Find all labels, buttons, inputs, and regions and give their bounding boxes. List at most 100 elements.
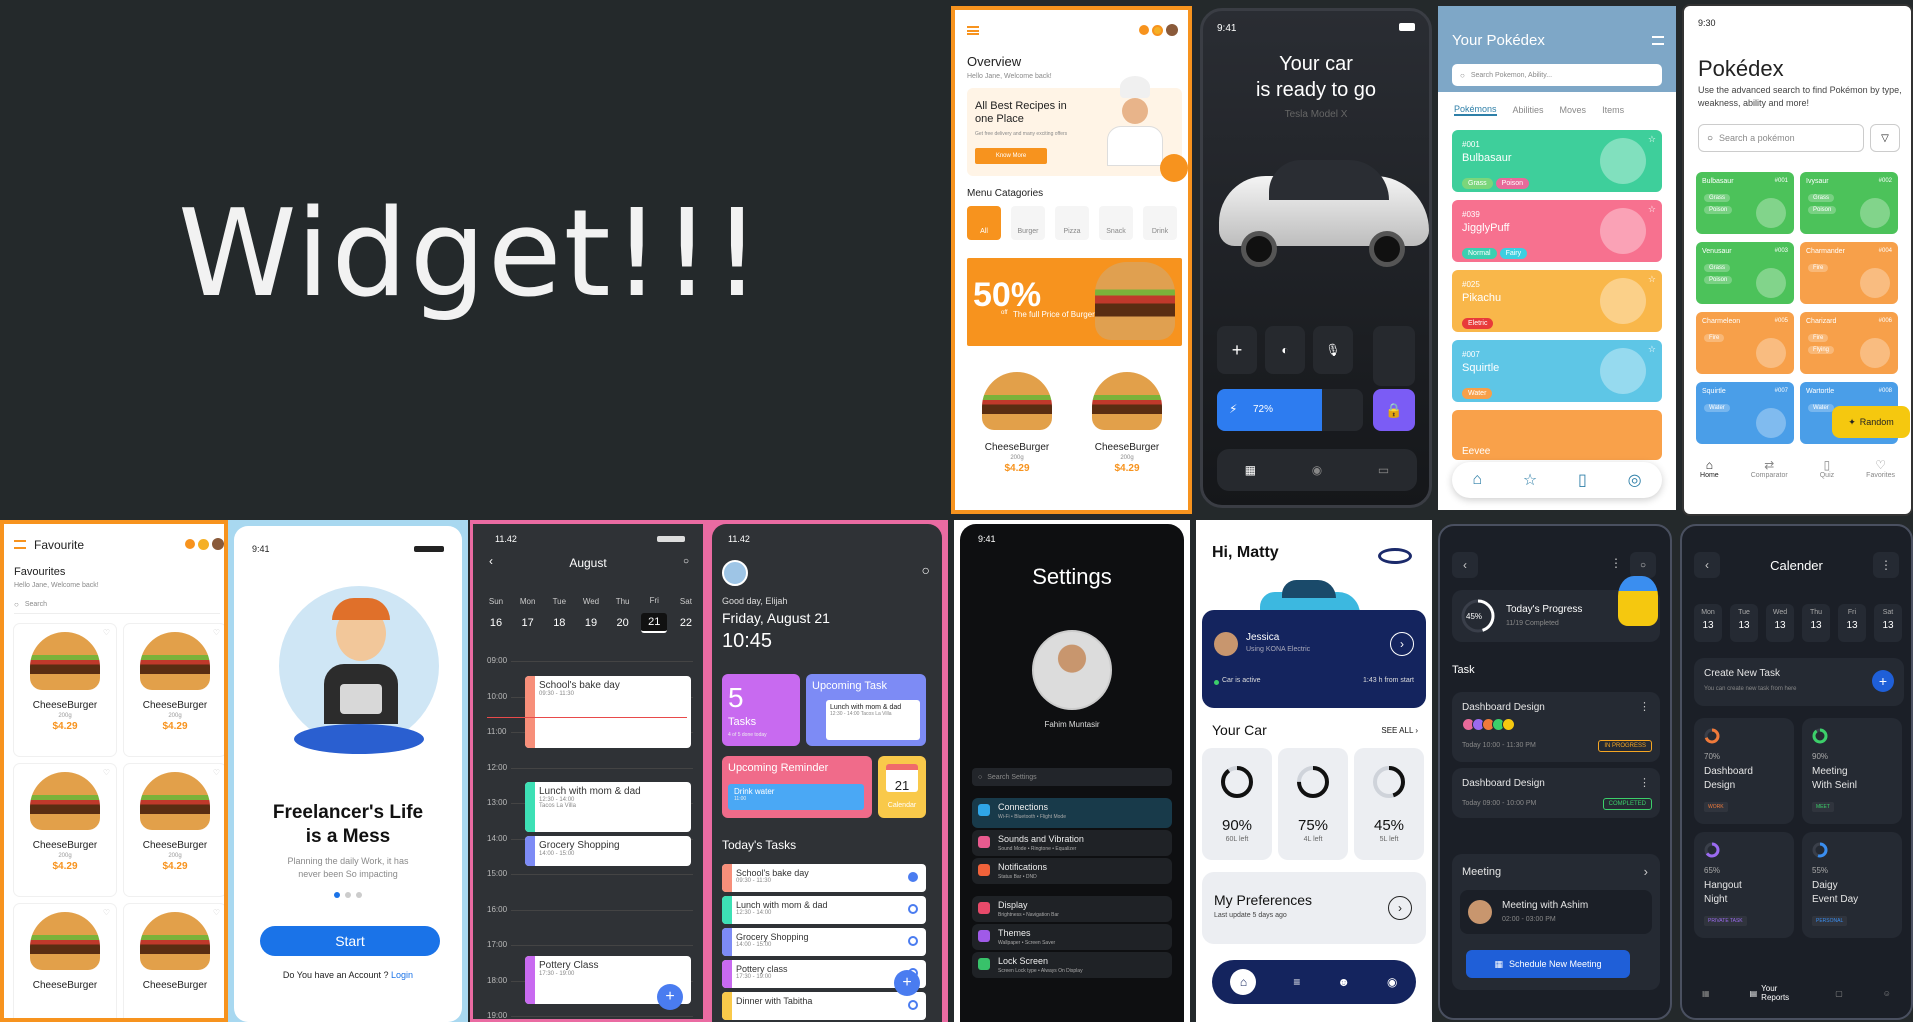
day-cell[interactable]: Wed 19 bbox=[578, 597, 604, 632]
nav-comparator[interactable]: ⇄ Comparator bbox=[1751, 458, 1788, 479]
tasks-count-card[interactable]: 5 Tasks 4 of 5 done today bbox=[722, 674, 800, 746]
settings-row[interactable]: Sounds and Vibration Sound Mode • Rington… bbox=[972, 830, 1172, 856]
add-icon[interactable]: + bbox=[1217, 326, 1257, 374]
grid-icon[interactable]: ▦ bbox=[1702, 989, 1710, 998]
day-cell[interactable]: Sun 16 bbox=[483, 597, 509, 632]
search-icon[interactable]: ○ bbox=[683, 556, 689, 567]
settings-row[interactable]: Notifications Status Bar • DND bbox=[972, 858, 1172, 884]
settings-row[interactable]: Lock Screen Screen Lock type • Always On … bbox=[972, 952, 1172, 978]
avatar[interactable] bbox=[722, 560, 748, 586]
nav-favorites[interactable]: ♡ Favorites bbox=[1866, 458, 1895, 479]
settings-row[interactable]: Display Brightness • Navigation Bar bbox=[972, 896, 1172, 922]
progress-card[interactable]: 45% Today's Progress 11/19 Completed bbox=[1452, 576, 1660, 642]
task-row[interactable]: School's bake day 09:30 - 11:30 bbox=[722, 864, 926, 892]
day-cell[interactable]: Wed 13 bbox=[1766, 604, 1794, 642]
nav-reports[interactable]: ▤ Your Reports bbox=[1750, 984, 1796, 1002]
avatar[interactable] bbox=[212, 538, 224, 550]
meeting-card[interactable]: Meeting › Meeting with Ashim 02:00 - 03:… bbox=[1452, 854, 1660, 990]
create-task-card[interactable]: Create New Task You can create new task … bbox=[1694, 658, 1904, 706]
food-item-card[interactable]: CheeseBurger 200g $4.29 bbox=[967, 364, 1067, 504]
login-link[interactable]: Login bbox=[391, 970, 413, 980]
pokemon-grid-card[interactable]: Ivysaur #002 Grass Poison bbox=[1800, 172, 1898, 234]
fire-icon[interactable] bbox=[1139, 25, 1149, 35]
day-cell[interactable]: Mon 13 bbox=[1694, 604, 1722, 642]
book-icon[interactable]: ▯ bbox=[1578, 470, 1587, 490]
pokemon-grid-card[interactable]: Charizard #006 Fire Flying bbox=[1800, 312, 1898, 374]
task-card[interactable]: Dashboard Design ⋮ Today 10:00 - 11:30 PM I… bbox=[1452, 692, 1660, 762]
know-more-button[interactable]: Know More bbox=[975, 148, 1047, 164]
day-cell[interactable]: Mon 17 bbox=[515, 597, 541, 632]
settings-row[interactable]: Connections Wi-Fi • Bluetooth • Flight Mo… bbox=[972, 798, 1172, 828]
task-category-card[interactable]: 70% Dashboard Design WORK bbox=[1694, 718, 1794, 824]
calendar-event[interactable]: School's bake day 09:30 - 11:30 bbox=[525, 676, 691, 748]
add-icon[interactable]: + bbox=[1872, 670, 1894, 692]
pokemon-grid-card[interactable]: Squirtle #007 Water bbox=[1696, 382, 1794, 444]
heart-icon[interactable]: ♡ bbox=[213, 628, 220, 637]
gauge-card[interactable]: 75% 4L left bbox=[1278, 748, 1348, 860]
tab-moves[interactable]: Moves bbox=[1560, 105, 1587, 115]
pokemon-grid-card[interactable]: Charmander #004 Fire bbox=[1800, 242, 1898, 304]
food-item-card[interactable]: CheeseBurger 200g $4.29 bbox=[1077, 364, 1177, 504]
profile-icon[interactable]: ☺ bbox=[1883, 989, 1891, 998]
day-cell[interactable]: Sat 13 bbox=[1874, 604, 1902, 642]
star-icon[interactable]: ☆ bbox=[1523, 470, 1537, 490]
food-item-card[interactable]: ♡ CheeseBurger bbox=[124, 904, 224, 1018]
calendar-event[interactable]: Grocery Shopping 14:00 - 15:00 bbox=[525, 836, 691, 866]
profile-avatar[interactable] bbox=[1032, 630, 1112, 710]
heart-icon[interactable]: ♡ bbox=[213, 768, 220, 777]
chevron-right-icon[interactable]: › bbox=[1388, 896, 1412, 920]
tab-abilities[interactable]: Abilities bbox=[1513, 105, 1544, 115]
avatar[interactable] bbox=[1166, 24, 1178, 36]
task-row[interactable]: Dinner with Tabitha bbox=[722, 992, 926, 1020]
task-checkbox[interactable] bbox=[908, 936, 918, 946]
heart-icon[interactable]: ♡ bbox=[103, 768, 110, 777]
category-pizza[interactable]: Pizza bbox=[1055, 206, 1089, 240]
day-cell[interactable]: Fri 21 bbox=[641, 596, 668, 633]
task-category-card[interactable]: 90% Meeting With Seinl MEET bbox=[1802, 718, 1902, 824]
food-item-card[interactable]: ♡ CheeseBurger 200g $4.29 bbox=[14, 764, 116, 896]
pokemon-card[interactable]: #025 Pikachu Eletric ☆ bbox=[1452, 270, 1662, 332]
star-icon[interactable]: ☆ bbox=[1648, 134, 1656, 145]
tab-items[interactable]: Items bbox=[1602, 105, 1624, 115]
location-icon[interactable]: ◎ bbox=[1628, 470, 1642, 490]
random-button[interactable]: ✦ Random bbox=[1832, 406, 1910, 438]
search-input[interactable]: ○ Search a pokémon bbox=[1698, 124, 1864, 152]
food-item-card[interactable]: ♡ CheeseBurger 200g $4.29 bbox=[14, 624, 116, 756]
day-cell[interactable]: Tue 13 bbox=[1730, 604, 1758, 642]
pokemon-card[interactable]: Eevee bbox=[1452, 410, 1662, 460]
see-all-link[interactable]: SEE ALL › bbox=[1381, 726, 1418, 735]
chevron-right-icon[interactable]: › bbox=[1390, 632, 1414, 656]
gauge-card[interactable]: 90% 60L left bbox=[1202, 748, 1272, 860]
start-button[interactable]: Start bbox=[260, 926, 440, 956]
star-icon[interactable]: ☆ bbox=[1648, 344, 1656, 355]
home-icon[interactable]: ⌂ bbox=[1230, 969, 1257, 995]
search-icon[interactable]: ○ bbox=[1630, 552, 1656, 578]
more-icon[interactable]: ⋮ bbox=[1639, 776, 1650, 789]
heart-icon[interactable]: ♡ bbox=[213, 908, 220, 917]
food-item-card[interactable]: ♡ CheeseBurger bbox=[14, 904, 116, 1018]
driver-card[interactable]: Jessica Using KONA Electric › Car is act… bbox=[1202, 610, 1426, 708]
pokemon-grid-card[interactable]: Charmeleon #005 Fire bbox=[1696, 312, 1794, 374]
pokemon-card[interactable]: #001 Bulbasaur Grass Poison ☆ bbox=[1452, 130, 1662, 192]
volume-slider[interactable] bbox=[1373, 326, 1415, 386]
location-icon[interactable]: ◉ bbox=[1312, 463, 1322, 477]
chevron-right-icon[interactable]: › bbox=[1644, 864, 1648, 879]
day-cell[interactable]: Sat 22 bbox=[673, 597, 699, 632]
pokemon-card[interactable]: #007 Squirtle Water ☆ bbox=[1452, 340, 1662, 402]
menu-icon[interactable] bbox=[1652, 36, 1664, 45]
heart-icon[interactable]: ♡ bbox=[103, 628, 110, 637]
settings-row[interactable]: Themes Wallpaper • Screen Saver bbox=[972, 924, 1172, 950]
gauge-card[interactable]: 45% 5L left bbox=[1354, 748, 1424, 860]
category-drink[interactable]: Drink bbox=[1143, 206, 1177, 240]
nav-home[interactable]: ⌂ Home bbox=[1700, 458, 1719, 479]
profile-icon[interactable]: ◉ bbox=[1387, 975, 1397, 989]
fire-icon[interactable] bbox=[185, 539, 195, 549]
upcoming-task-card[interactable]: Upcoming Task Lunch with mom & dad 12:30… bbox=[806, 674, 926, 746]
users-icon[interactable]: ☻ bbox=[1337, 975, 1350, 989]
food-item-card[interactable]: ♡ CheeseBurger 200g $4.29 bbox=[124, 764, 224, 896]
dashboard-icon[interactable]: ▦ bbox=[1245, 463, 1256, 477]
add-task-button[interactable]: + bbox=[894, 970, 920, 996]
more-icon[interactable]: ⋮ bbox=[1639, 700, 1650, 713]
menu-icon[interactable] bbox=[14, 540, 26, 549]
day-cell[interactable]: Tue 18 bbox=[546, 597, 572, 632]
